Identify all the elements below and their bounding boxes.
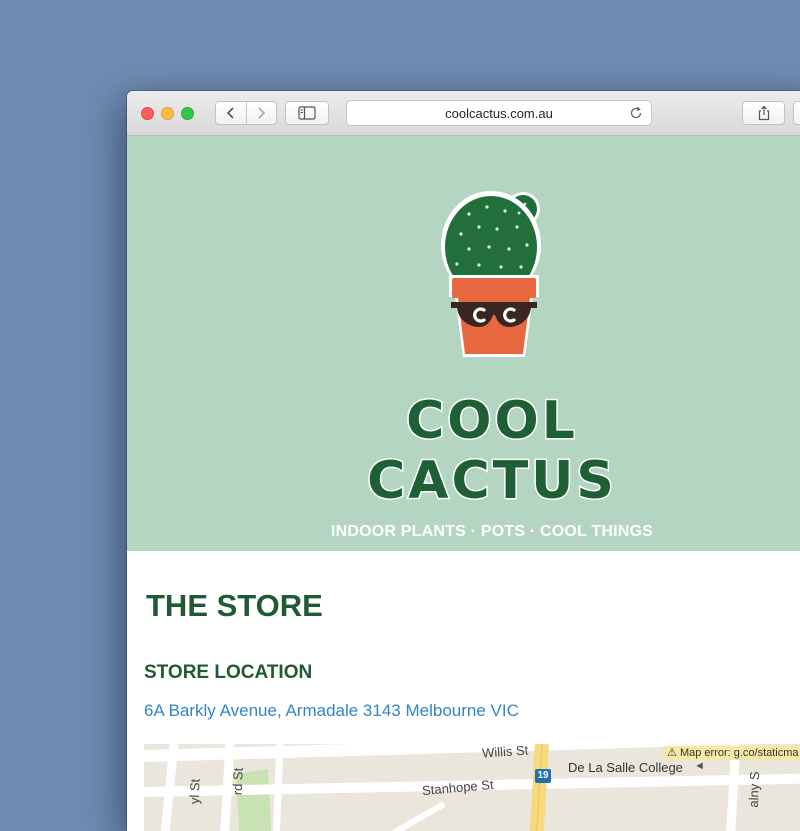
browser-window: coolcactus.com.au COOL CACTUS INDOOR PLA…	[127, 91, 800, 831]
reload-icon[interactable]	[629, 106, 643, 120]
hero-banner: COOL CACTUS INDOOR PLANTS · POTS · COOL …	[127, 136, 800, 551]
tagline: INDOOR PLANTS · POTS · COOL THINGS	[330, 523, 654, 540]
browser-toolbar: coolcactus.com.au	[127, 91, 800, 136]
toolbar-extra-button[interactable]	[793, 101, 800, 125]
share-icon	[758, 105, 769, 121]
chevron-left-icon	[226, 107, 234, 119]
chevron-right-icon	[258, 107, 266, 119]
sidebar-icon	[298, 106, 316, 120]
close-window-button[interactable]	[141, 107, 154, 120]
zoom-window-button[interactable]	[181, 107, 194, 120]
route-badge: 19	[535, 769, 551, 783]
url-text: coolcactus.com.au	[445, 106, 553, 121]
minimize-window-button[interactable]	[161, 107, 174, 120]
store-location-heading: STORE LOCATION	[144, 662, 313, 683]
share-button[interactable]	[742, 101, 785, 125]
map-place-de-la-salle: De La Salle College	[568, 760, 683, 775]
forward-button[interactable]	[245, 102, 277, 124]
nav-button-group	[215, 101, 277, 125]
map-error-banner: ⚠ Map error: g.co/staticma	[663, 746, 800, 760]
address-bar[interactable]: coolcactus.com.au	[346, 100, 652, 126]
warning-icon: ⚠	[667, 747, 677, 759]
cactus-mascot-logo	[441, 191, 541, 357]
map-street-b: rd St	[229, 767, 246, 796]
back-button[interactable]	[216, 102, 246, 124]
store-map[interactable]: Willis St Stanhope St yl St rd St alny S…	[144, 744, 800, 831]
map-street-c: alny S	[745, 771, 763, 808]
map-error-text: Map error: g.co/staticma	[679, 747, 799, 759]
sidebar-toggle-button[interactable]	[285, 101, 329, 125]
brand-wordmark: COOL CACTUS	[366, 390, 617, 513]
store-section-title: THE STORE	[146, 588, 323, 623]
graduation-cap-icon: ◄	[694, 760, 705, 772]
store-address-link[interactable]: 6A Barkly Avenue, Armadale 3143 Melbourn…	[144, 701, 519, 721]
map-street-a: yl St	[186, 778, 203, 805]
